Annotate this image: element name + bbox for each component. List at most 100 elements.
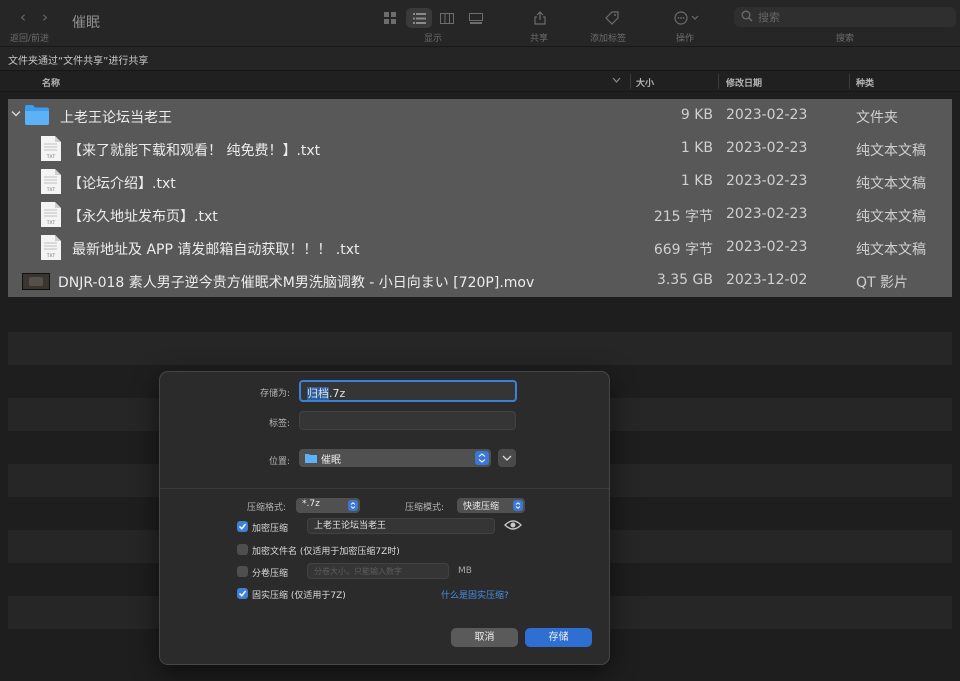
- add-tag-label: 添加标签: [590, 34, 627, 44]
- action-label: 操作: [676, 34, 695, 44]
- grid-icon: [384, 12, 396, 24]
- txt-file-icon: TXT: [41, 136, 61, 161]
- action-button[interactable]: [672, 8, 702, 28]
- file-date: 2023-02-23: [726, 173, 808, 189]
- toolbar: ‹ › 返回/前进 催眠 显示 共享 添加标签 操作 搜索: [0, 0, 960, 46]
- location-popup[interactable]: 催眠: [299, 449, 491, 467]
- file-size: 1 KB: [680, 173, 713, 189]
- solid-label: 固实压缩 (仅适用于7Z): [252, 591, 346, 601]
- share-status-text: 文件夹通过“文件共享”进行共享: [8, 56, 149, 67]
- txt-badge: TXT: [46, 154, 56, 160]
- txt-badge: TXT: [46, 253, 56, 259]
- file-row[interactable]: 上老王论坛当老王 9 KB 2023-02-23 文件夹: [8, 99, 952, 132]
- up-down-chevron-icon: [350, 502, 356, 509]
- up-down-chevron-icon: [478, 453, 486, 463]
- split-unit: MB: [458, 566, 472, 576]
- column-name[interactable]: 名称: [42, 76, 60, 89]
- search-icon: [741, 10, 753, 22]
- file-name: 【论坛介绍】.txt: [68, 176, 176, 192]
- file-date: 2023-02-23: [726, 239, 808, 255]
- file-date: 2023-12-02: [726, 272, 808, 288]
- file-row[interactable]: DNJR-018 素人男子逆今贵方催眠术M男洗脑调教 - 小日向まい [720P…: [8, 264, 952, 297]
- format-label: 压缩格式:: [246, 503, 286, 513]
- file-row[interactable]: TXT 最新地址及 APP 请发邮箱自动获取！！！ .txt 669 字节 20…: [8, 231, 952, 264]
- video-thumbnail-icon: [22, 273, 50, 290]
- save-button[interactable]: 存储: [525, 628, 592, 647]
- file-kind: QT 影片: [856, 275, 909, 291]
- tags-input[interactable]: [299, 411, 516, 430]
- display-label: 显示: [424, 34, 443, 44]
- add-tag-button[interactable]: [602, 8, 622, 28]
- sort-chevron-icon[interactable]: [612, 77, 621, 84]
- columns-icon: [440, 12, 454, 24]
- gallery-icon: [469, 12, 483, 24]
- share-button[interactable]: [530, 8, 550, 28]
- file-name: 最新地址及 APP 请发邮箱自动获取！！！ .txt: [72, 242, 360, 258]
- search-input[interactable]: [758, 8, 948, 26]
- search-label: 搜索: [836, 34, 855, 44]
- save-as-selected-text: 归档: [307, 387, 329, 400]
- split-label: 分卷压缩: [252, 569, 289, 579]
- split-checkbox[interactable]: [237, 566, 248, 577]
- folder-icon: [305, 454, 317, 463]
- location-label: 位置:: [268, 457, 290, 467]
- file-row[interactable]: TXT 【永久地址发布页】.txt 215 字节 2023-02-23 纯文本文…: [8, 198, 952, 231]
- share-status-bar: 文件夹通过“文件共享”进行共享: [0, 46, 960, 70]
- expand-location-button[interactable]: [498, 449, 516, 467]
- save-as-field[interactable]: 归档.7z: [299, 380, 517, 402]
- save-as-extension: .7z: [329, 387, 346, 400]
- disclosure-chevron-icon[interactable]: [11, 110, 21, 118]
- file-size: 3.35 GB: [656, 272, 713, 288]
- solid-checkbox[interactable]: [237, 588, 248, 599]
- tag-icon: [605, 11, 619, 25]
- list-view-button[interactable]: [406, 8, 432, 28]
- file-kind: 文件夹: [856, 110, 898, 126]
- file-row[interactable]: TXT 【来了就能下载和观看！ 纯免费！】.txt 1 KB 2023-02-2…: [8, 132, 952, 165]
- format-popup[interactable]: *.7z: [296, 498, 360, 513]
- location-value: 催眠: [321, 455, 341, 466]
- file-date: 2023-02-23: [726, 140, 808, 156]
- column-divider[interactable]: [630, 74, 631, 89]
- compress-dialog: 存储为: 归档.7z 标签: 位置: 催眠 压缩格式: *.7z 压缩模式: 快…: [159, 371, 610, 665]
- window-title: 催眠: [72, 15, 100, 31]
- file-name: 【永久地址发布页】.txt: [68, 209, 218, 225]
- share-label: 共享: [530, 34, 549, 44]
- column-size[interactable]: 大小: [636, 76, 654, 89]
- solid-help-link[interactable]: 什么是固实压缩?: [441, 588, 509, 601]
- back-arrow-icon[interactable]: ‹: [20, 8, 26, 26]
- encrypt-names-checkbox[interactable]: [237, 544, 248, 555]
- column-view-button[interactable]: [437, 8, 457, 28]
- file-kind: 纯文本文稿: [856, 209, 926, 225]
- txt-badge: TXT: [46, 187, 56, 193]
- popup-arrows: [513, 500, 523, 511]
- column-date[interactable]: 修改日期: [726, 76, 762, 89]
- gallery-view-button[interactable]: [466, 8, 486, 28]
- cancel-button[interactable]: 取消: [451, 628, 518, 647]
- txt-badge: TXT: [46, 220, 56, 226]
- file-list: 上老王论坛当老王 9 KB 2023-02-23 文件夹 TXT 【来了就能下载…: [8, 99, 952, 297]
- password-field[interactable]: 上老王论坛当老王: [307, 518, 495, 534]
- encrypt-checkbox[interactable]: [237, 521, 248, 532]
- split-size-input[interactable]: [307, 563, 449, 579]
- icon-view-button[interactable]: [380, 8, 400, 28]
- list-icon: [412, 12, 426, 24]
- column-header: 名称 大小 修改日期 种类: [0, 70, 960, 92]
- checkmark-icon: [238, 523, 247, 530]
- folder-icon: [25, 105, 49, 125]
- back-forward-label: 返回/前进: [10, 34, 50, 44]
- up-down-chevron-icon: [515, 502, 521, 509]
- file-row[interactable]: TXT 【论坛介绍】.txt 1 KB 2023-02-23 纯文本文稿: [8, 165, 952, 198]
- forward-arrow-icon[interactable]: ›: [42, 8, 48, 26]
- column-divider[interactable]: [849, 74, 850, 89]
- file-size: 669 字节: [653, 242, 713, 258]
- mode-popup[interactable]: 快速压缩: [457, 498, 525, 513]
- mode-value: 快速压缩: [463, 502, 500, 512]
- search-field[interactable]: [734, 7, 956, 27]
- eye-icon[interactable]: [504, 519, 522, 531]
- file-size: 215 字节: [653, 209, 713, 225]
- encrypt-label: 加密压缩: [252, 524, 289, 534]
- file-date: 2023-02-23: [726, 206, 808, 222]
- column-divider[interactable]: [718, 74, 719, 89]
- column-kind[interactable]: 种类: [856, 76, 874, 89]
- save-as-label: 存储为:: [259, 389, 290, 399]
